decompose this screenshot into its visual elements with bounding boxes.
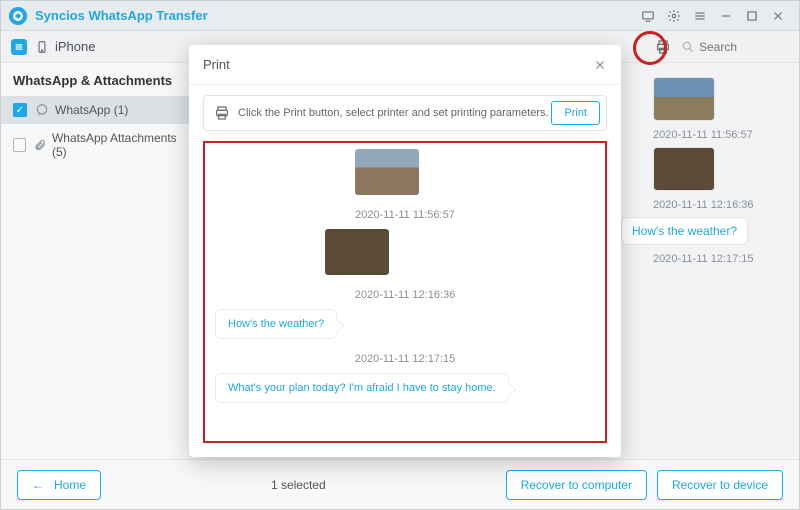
- recover-to-device-button[interactable]: Recover to device: [657, 470, 783, 500]
- device-name: iPhone: [55, 39, 95, 54]
- message-bubble: How's the weather?: [215, 309, 337, 339]
- sidebar-section-title: WhatsApp & Attachments: [1, 63, 190, 96]
- print-tip-bar: Click the Print button, select printer a…: [203, 95, 607, 131]
- checkbox-icon[interactable]: [13, 138, 26, 152]
- search-icon: [681, 40, 695, 54]
- print-dialog: Print Click the Print button, select pri…: [189, 45, 621, 457]
- feedback-icon[interactable]: [635, 3, 661, 29]
- message-bubble: What's your plan today? I'm afraid I hav…: [215, 373, 509, 403]
- app-logo-icon: [9, 7, 27, 25]
- message-timestamp: 2020-11-11 12:16:36: [215, 289, 595, 301]
- message-bubble: How's the weather?: [621, 217, 748, 245]
- selection-count: 1 selected: [101, 478, 496, 492]
- message-image: [355, 149, 419, 195]
- message-image: [653, 147, 715, 191]
- arrow-left-icon: ←: [32, 478, 44, 492]
- app-title: Syncios WhatsApp Transfer: [35, 8, 208, 23]
- message-timestamp: 2020-11-11 11:56:57: [653, 129, 799, 141]
- sidebar-item-label: WhatsApp (1): [55, 103, 128, 117]
- message-timestamp: 2020-11-11 11:56:57: [215, 209, 595, 221]
- sidebar-item-label: WhatsApp Attachments (5): [52, 131, 178, 159]
- sidebar-item-attachments[interactable]: WhatsApp Attachments (5): [1, 124, 190, 166]
- close-icon[interactable]: [765, 3, 791, 29]
- footer: ← Home 1 selected Recover to computer Re…: [1, 459, 799, 509]
- search-field[interactable]: [681, 40, 789, 54]
- message-timestamp: 2020-11-11 12:17:15: [653, 253, 799, 265]
- settings-icon[interactable]: [661, 3, 687, 29]
- titlebar: Syncios WhatsApp Transfer: [1, 1, 799, 31]
- attachment-icon: [34, 138, 46, 152]
- whatsapp-icon: [35, 103, 49, 117]
- print-tip-text: Click the Print button, select printer a…: [238, 107, 551, 119]
- dialog-header: Print: [189, 45, 621, 85]
- minimize-icon[interactable]: [713, 3, 739, 29]
- message-timestamp: 2020-11-11 12:17:15: [215, 353, 595, 365]
- message-image: [653, 77, 715, 121]
- sidebar: WhatsApp & Attachments WhatsApp (1) What…: [1, 63, 191, 461]
- sidebar-item-whatsapp[interactable]: WhatsApp (1): [1, 96, 190, 124]
- phone-icon: [35, 40, 49, 54]
- device-list-icon[interactable]: [11, 39, 27, 55]
- print-preview[interactable]: 2020-11-11 11:56:57 2020-11-11 12:16:36 …: [203, 141, 607, 443]
- search-input[interactable]: [699, 40, 789, 54]
- printer-icon: [214, 105, 230, 121]
- recover-to-computer-button[interactable]: Recover to computer: [506, 470, 647, 500]
- message-timestamp: 2020-11-11 12:16:36: [653, 199, 799, 211]
- print-button[interactable]: [649, 33, 677, 61]
- checkbox-icon[interactable]: [13, 103, 27, 117]
- message-image: [325, 229, 389, 275]
- print-confirm-button[interactable]: Print: [551, 101, 600, 125]
- home-button[interactable]: ← Home: [17, 470, 101, 500]
- maximize-icon[interactable]: [739, 3, 765, 29]
- home-label: Home: [54, 478, 86, 492]
- menu-icon[interactable]: [687, 3, 713, 29]
- dialog-close-button[interactable]: [593, 58, 607, 72]
- dialog-title: Print: [203, 57, 230, 72]
